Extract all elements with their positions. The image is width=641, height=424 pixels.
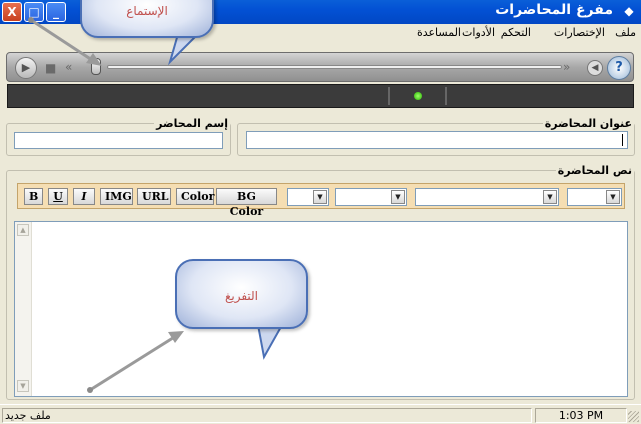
listen-bubble-tail [167, 33, 201, 66]
transcribe-callout-text: التفريغ [224, 289, 259, 303]
transcribe-arrow [89, 334, 177, 392]
status-message-text: ملف جديد [5, 409, 51, 422]
status-clock: 1:03 PM [535, 408, 627, 423]
listen-callout: الإستماع [80, 0, 214, 38]
resize-grip-icon[interactable] [628, 411, 639, 422]
transcribe-callout: التفريغ [175, 259, 308, 329]
status-bar: ملف جديد 1:03 PM [0, 404, 641, 424]
transcribe-bubble-tail [256, 324, 284, 360]
listen-arrowhead [86, 53, 102, 66]
transcribe-arrow-dot [87, 387, 93, 393]
callout-arrows [28, 17, 284, 393]
listen-callout-text: الإستماع [126, 4, 168, 18]
listen-arrow-dot [28, 17, 34, 23]
status-message: ملف جديد [2, 408, 532, 423]
